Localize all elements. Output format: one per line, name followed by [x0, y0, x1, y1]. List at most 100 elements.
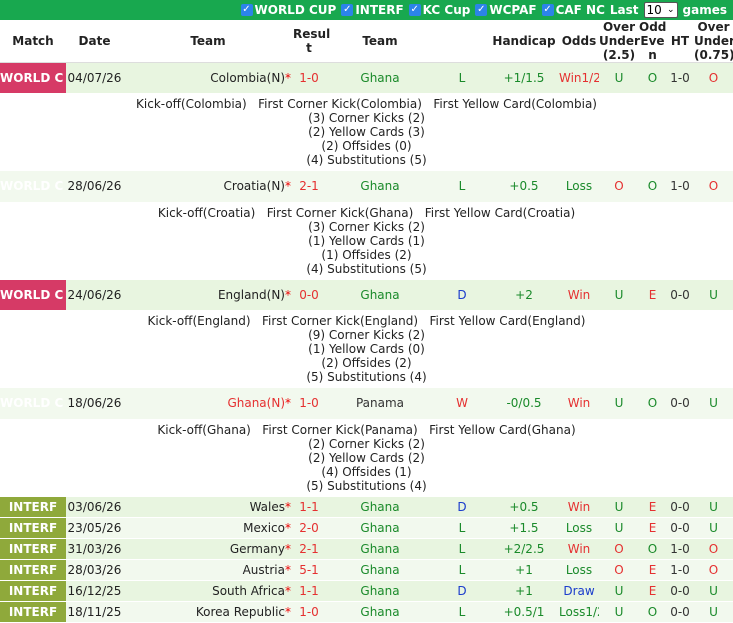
away-team[interactable]: Ghana	[325, 496, 435, 518]
away-team[interactable]: Ghana	[325, 62, 435, 94]
home-team-name[interactable]: Germany	[230, 542, 285, 556]
result-wl: L	[435, 171, 489, 203]
over-under-result: U	[599, 580, 639, 602]
table-row[interactable]: WORLD C UP28/06/26Croatia(N)*2-1GhanaL+0…	[0, 171, 733, 203]
match-detail: Kick-off(Ghana) First Corner Kick(Panama…	[0, 419, 733, 497]
match-score[interactable]: 1-1	[293, 496, 325, 518]
table-row[interactable]: INTERF 18/11/25 Korea Republic* 1-0 Ghana L +0…	[0, 601, 733, 623]
ht-score: 1-0	[666, 171, 694, 203]
table-row[interactable]: INTERF 03/06/26 Wales* 1-1 Ghana D +0.5 Win U E 0-…	[0, 496, 733, 518]
odd-even-result: E	[639, 559, 666, 581]
home-team-name[interactable]: England(N)	[218, 288, 285, 302]
neutral-star-icon: *	[285, 563, 291, 577]
table-row[interactable]: WORLD C UP24/06/26England(N)*0-0GhanaD+2…	[0, 279, 733, 311]
home-team[interactable]: South Africa*	[123, 580, 293, 602]
league-badge[interactable]: INTERF	[0, 517, 66, 539]
match-date: 16/12/25	[66, 580, 123, 602]
league-badge[interactable]: WORLD C UP	[0, 62, 66, 94]
odds-result: Win1/2	[559, 62, 599, 94]
match-score[interactable]: 1-1	[293, 580, 325, 602]
league-badge[interactable]: WORLD C UP	[0, 171, 66, 203]
odd-even-result: E	[639, 279, 666, 311]
neutral-star-icon: *	[285, 521, 291, 535]
last-games-select[interactable]: 10 ⌄	[643, 2, 678, 18]
checkbox-icon[interactable]: ✓	[341, 4, 354, 16]
checkbox-icon[interactable]: ✓	[541, 4, 554, 16]
home-team[interactable]: Ghana(N)*	[123, 388, 293, 420]
checkbox-icon[interactable]: ✓	[475, 4, 488, 16]
handicap-value: +0.5	[489, 171, 559, 203]
filter-world-cup[interactable]: ✓ WORLD CUP	[240, 3, 336, 17]
match-score[interactable]: 1-0	[293, 601, 325, 623]
table-row[interactable]: INTERF 23/05/26 Mexico* 2-0 Ghana L +1.5 Loss U E…	[0, 517, 733, 539]
checkbox-icon[interactable]: ✓	[408, 4, 421, 16]
away-team[interactable]: Ghana	[325, 601, 435, 623]
home-team-name[interactable]: Mexico	[243, 521, 285, 535]
home-team-name[interactable]: Ghana(N)	[227, 396, 285, 410]
over-under-result: U	[599, 601, 639, 623]
odds-result: Win	[559, 496, 599, 518]
away-team[interactable]: Ghana	[325, 171, 435, 203]
result-wl: W	[435, 388, 489, 420]
away-team[interactable]: Panama	[325, 388, 435, 420]
away-team[interactable]: Ghana	[325, 279, 435, 311]
detail-stat: (1) Yellow Cards (0)	[308, 342, 425, 356]
table-row[interactable]: INTERF 28/03/26 Austria* 5-1 Ghana L +1 Loss O E 1…	[0, 559, 733, 581]
table-row[interactable]: WORLD C UP04/07/26Colombia(N)*1-0GhanaL+…	[0, 62, 733, 94]
filter-wcpaf[interactable]: ✓ WCPAF	[475, 3, 537, 17]
home-team[interactable]: England(N)*	[123, 279, 293, 311]
away-team[interactable]: Ghana	[325, 538, 435, 560]
handicap-value: +2/2.5	[489, 538, 559, 560]
home-team-name[interactable]: Austria	[243, 563, 285, 577]
home-team[interactable]: Croatia(N)*	[123, 171, 293, 203]
home-team[interactable]: Germany*	[123, 538, 293, 560]
home-team-name[interactable]: South Africa	[212, 584, 285, 598]
result-wl: L	[435, 538, 489, 560]
over-under-result: O	[599, 559, 639, 581]
header-date: Date	[66, 20, 123, 63]
home-team[interactable]: Wales*	[123, 496, 293, 518]
over-under-ht-result: O	[694, 171, 733, 203]
match-score[interactable]: 2-0	[293, 517, 325, 539]
result-wl: L	[435, 62, 489, 94]
home-team[interactable]: Colombia(N)*	[123, 62, 293, 94]
home-team-name[interactable]: Wales	[250, 500, 285, 514]
match-date: 31/03/26	[66, 538, 123, 560]
match-date: 04/07/26	[66, 62, 123, 94]
match-score[interactable]: 5-1	[293, 559, 325, 581]
away-team[interactable]: Ghana	[325, 517, 435, 539]
match-score[interactable]: 2-1	[293, 171, 325, 203]
match-score[interactable]: 0-0	[293, 279, 325, 311]
league-badge[interactable]: INTERF	[0, 559, 66, 581]
home-team[interactable]: Korea Republic*	[123, 601, 293, 623]
detail-stat: (1) Offsides (2)	[321, 247, 412, 262]
league-badge[interactable]: INTERF	[0, 538, 66, 560]
filter-interf[interactable]: ✓ INTERF	[341, 3, 404, 17]
away-team[interactable]: Ghana	[325, 580, 435, 602]
league-badge[interactable]: INTERF	[0, 601, 66, 623]
home-team-name[interactable]: Croatia(N)	[224, 179, 285, 193]
table-row[interactable]: INTERF 16/12/25 South Africa* 1-1 Ghana D +1 Dr…	[0, 580, 733, 602]
over-under-result: U	[599, 496, 639, 518]
league-badge[interactable]: WORLD C UP	[0, 279, 66, 311]
table-row[interactable]: WORLD C UP18/06/26Ghana(N)*1-0PanamaW-0/…	[0, 388, 733, 420]
checkbox-icon[interactable]: ✓	[240, 4, 253, 16]
away-team[interactable]: Ghana	[325, 559, 435, 581]
match-score[interactable]: 1-0	[293, 62, 325, 94]
filter-caf-nc[interactable]: ✓ CAF NC	[541, 3, 605, 17]
over-under-result: U	[599, 388, 639, 420]
league-badge[interactable]: WORLD C UP	[0, 388, 66, 420]
odds-result: Win	[559, 538, 599, 560]
league-badge[interactable]: INTERF	[0, 580, 66, 602]
odds-result: Loss	[559, 171, 599, 203]
filter-kc-cup[interactable]: ✓ KC Cup	[408, 3, 470, 17]
match-detail: Kick-off(England) First Corner Kick(Engl…	[0, 310, 733, 388]
match-score[interactable]: 1-0	[293, 388, 325, 420]
home-team-name[interactable]: Colombia(N)	[210, 71, 285, 85]
match-score[interactable]: 2-1	[293, 538, 325, 560]
home-team[interactable]: Mexico*	[123, 517, 293, 539]
home-team-name[interactable]: Korea Republic	[196, 605, 285, 619]
league-badge[interactable]: INTERF	[0, 496, 66, 518]
home-team[interactable]: Austria*	[123, 559, 293, 581]
table-row[interactable]: INTERF 31/03/26 Germany* 2-1 Ghana L +2/2.5 Win…	[0, 538, 733, 560]
